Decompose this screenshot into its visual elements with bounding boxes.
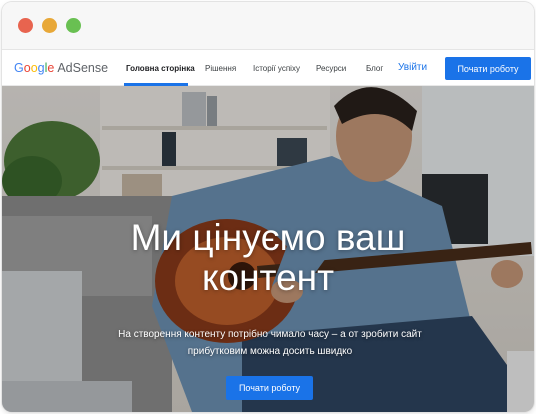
hero-title: Ми цінуємо ваш контент — [130, 217, 406, 298]
product-name: AdSense — [57, 61, 109, 75]
nav-item-solutions[interactable]: Рішення — [205, 64, 236, 73]
adsense-logo[interactable]: Google AdSense — [14, 61, 108, 75]
nav-item-blog[interactable]: Блог — [366, 64, 383, 73]
hero-subtitle: На створення контенту потрібно чимало ча… — [118, 329, 422, 357]
maximize-window-icon[interactable] — [66, 18, 81, 33]
sign-in-link[interactable]: Увійти — [398, 62, 427, 73]
nav-item-success-stories[interactable]: Історії успіху — [253, 64, 300, 73]
get-started-button[interactable]: Почати роботу — [445, 57, 531, 80]
minimize-window-icon[interactable] — [42, 18, 57, 33]
hero-section: Ми цінуємо ваш контент На створення конт… — [2, 86, 534, 412]
browser-window: Google AdSense Головна сторінка Рішення І… — [2, 2, 534, 412]
close-window-icon[interactable] — [18, 18, 33, 33]
hero-get-started-button[interactable]: Почати роботу — [226, 376, 313, 400]
top-navigation: Google AdSense Головна сторінка Рішення І… — [2, 50, 534, 86]
nav-item-home[interactable]: Головна сторінка — [126, 64, 195, 73]
nav-item-resources[interactable]: Ресурси — [316, 64, 346, 73]
window-chrome — [2, 2, 534, 50]
